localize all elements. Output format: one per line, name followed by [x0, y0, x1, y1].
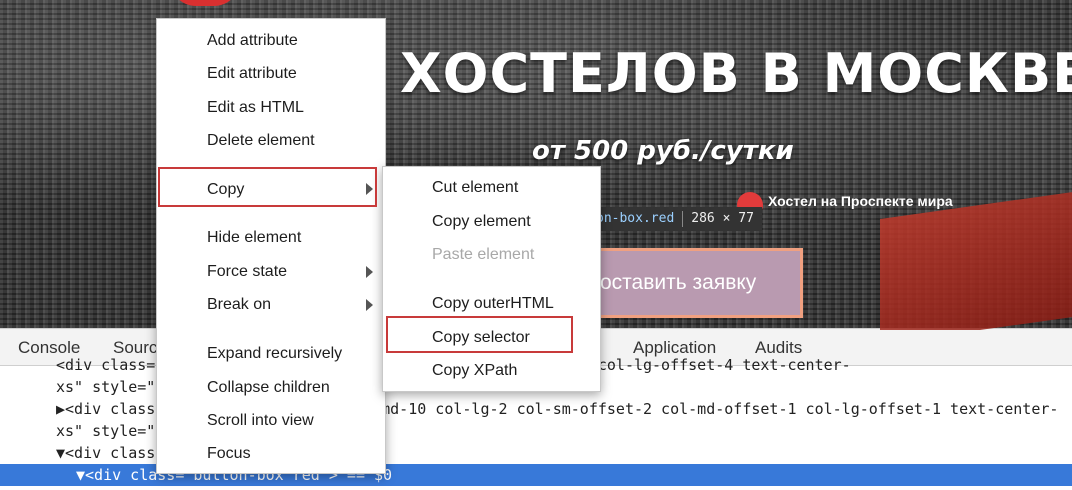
tooltip-separator: [682, 211, 684, 227]
chevron-right-icon: [366, 299, 373, 311]
context-menu: Add attribute Edit attribute Edit as HTM…: [156, 18, 386, 474]
inspect-tooltip: on-box.red 286 × 77: [594, 207, 762, 231]
menu-item-collapse-children[interactable]: Collapse children: [207, 374, 330, 402]
menu-item-expand-recursively[interactable]: Expand recursively: [207, 340, 342, 368]
chevron-right-icon: [366, 266, 373, 278]
menu-item-cut-element[interactable]: Cut element: [432, 174, 518, 202]
menu-item-add-attribute[interactable]: Add attribute: [207, 27, 298, 55]
page-title: ХОСТЕЛОВ В МОСКВЕ: [400, 42, 1072, 105]
page-subtitle: от 500 руб./сутки: [532, 136, 794, 166]
menu-item-force-state[interactable]: Force state: [207, 258, 287, 286]
tooltip-size: 286 × 77: [691, 211, 754, 226]
menu-item-paste-element: Paste element: [432, 246, 535, 263]
menu-item-focus[interactable]: Focus: [207, 440, 251, 468]
menu-item-copy-xpath[interactable]: Copy XPath: [432, 357, 517, 385]
tooltip-selector: on-box.red: [596, 211, 675, 226]
menu-item-copy-outerhtml[interactable]: Copy outerHTML: [432, 290, 554, 318]
menu-item-copy-element[interactable]: Copy element: [432, 208, 531, 236]
copy-submenu: Cut element Copy element Paste element C…: [382, 166, 601, 392]
menu-item-edit-as-html[interactable]: Edit as HTML: [207, 94, 304, 122]
copy-highlight-box: [158, 167, 377, 207]
menu-item-edit-attribute[interactable]: Edit attribute: [207, 60, 297, 88]
menu-item-break-on[interactable]: Break on: [207, 291, 271, 319]
copy-selector-highlight-box: [386, 316, 573, 353]
order-button[interactable]: оставить заявку: [593, 248, 803, 318]
hostel-name[interactable]: Хостел на Проспекте мира: [768, 190, 968, 212]
menu-item-scroll-into-view[interactable]: Scroll into view: [207, 407, 314, 435]
menu-item-delete-element[interactable]: Delete element: [207, 127, 315, 155]
menu-item-hide-element[interactable]: Hide element: [207, 224, 301, 252]
